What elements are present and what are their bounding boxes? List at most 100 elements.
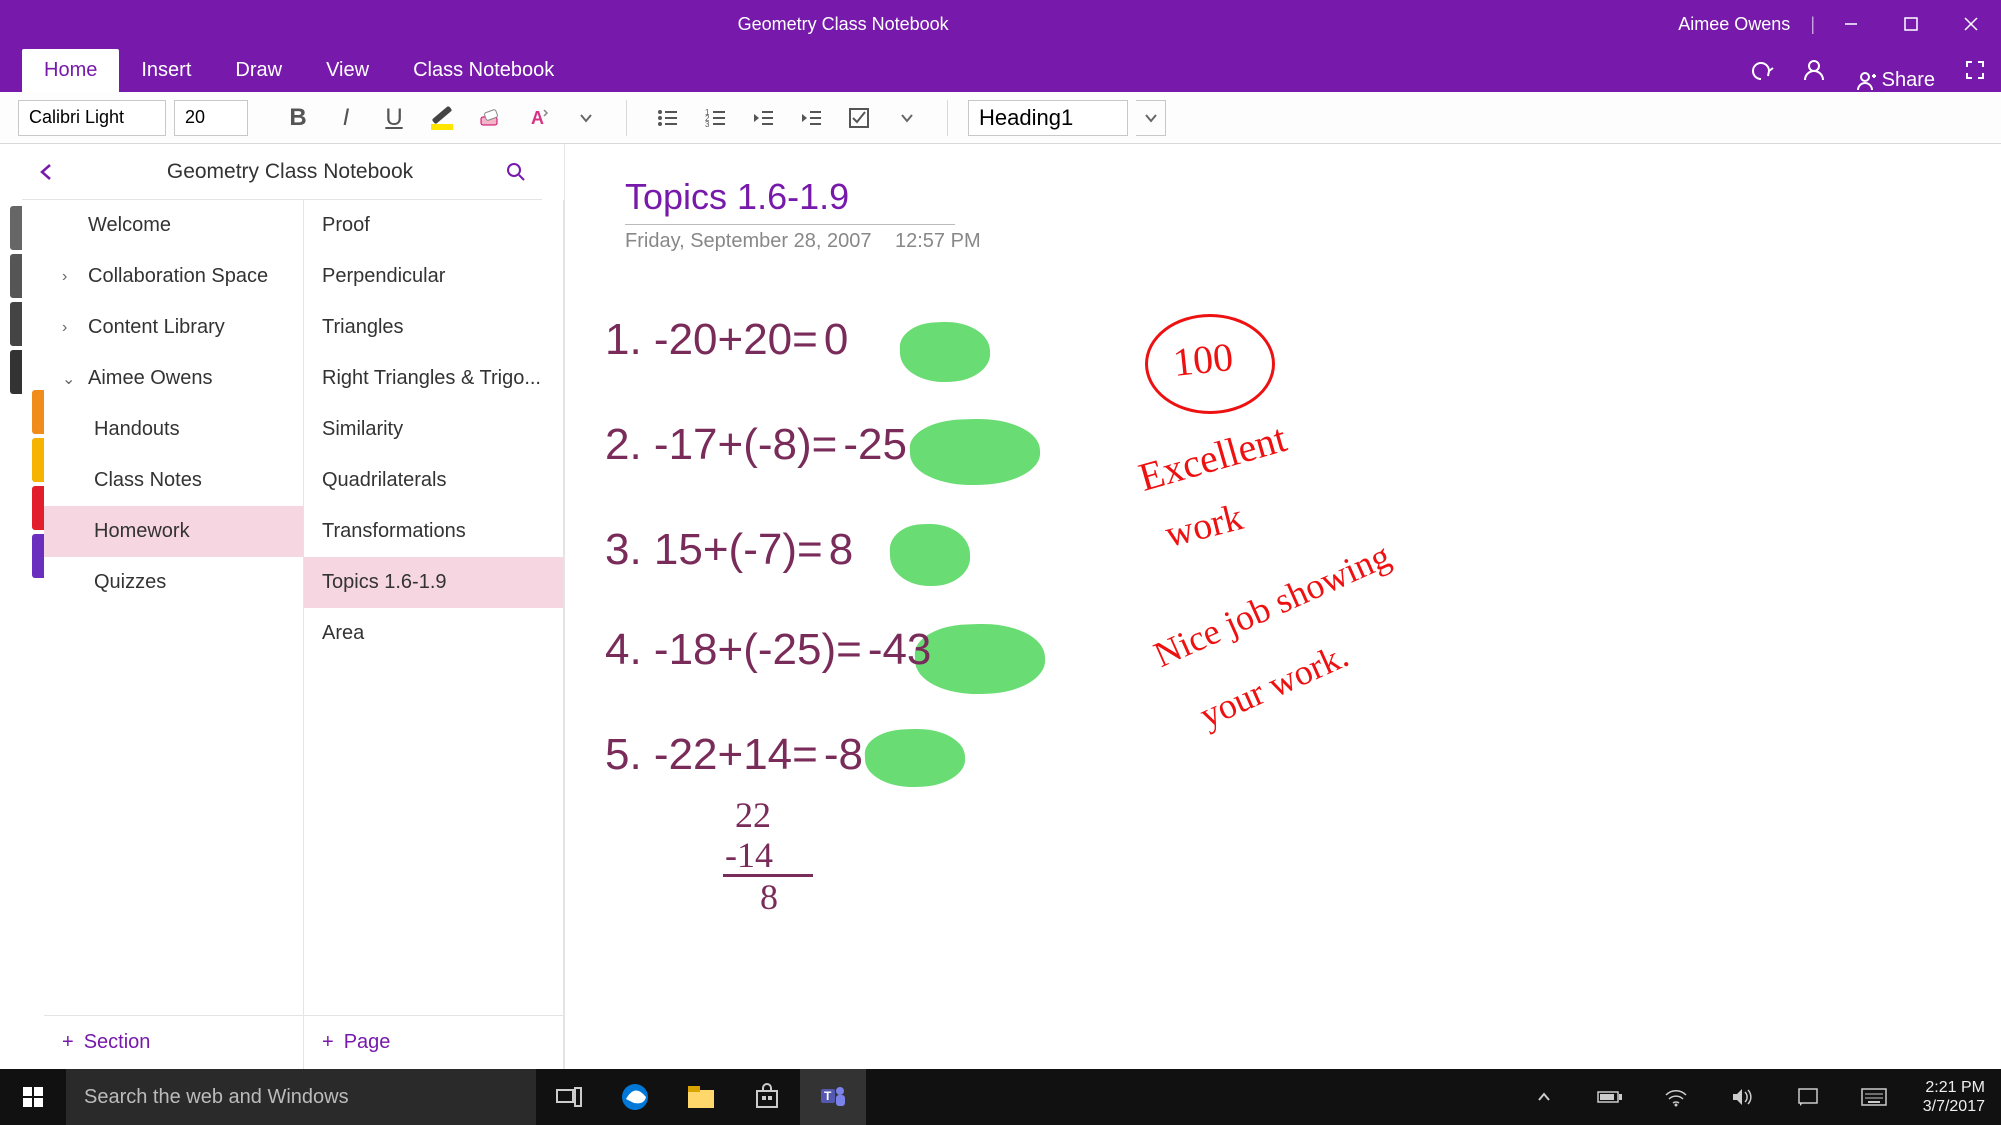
section-color-tab[interactable] xyxy=(32,390,44,434)
sidebar-page-item[interactable]: Similarity xyxy=(304,404,563,455)
note-canvas[interactable]: Topics 1.6-1.9 Friday, September 28, 200… xyxy=(565,144,2001,1069)
bullet-list-button[interactable] xyxy=(647,98,687,138)
tray-wifi[interactable] xyxy=(1643,1069,1709,1125)
user-name[interactable]: Aimee Owens xyxy=(1664,14,1804,35)
highlight-button[interactable] xyxy=(422,98,462,138)
homework-problem: 4. -18+(-25)=-43 xyxy=(605,624,931,675)
outdent-button[interactable] xyxy=(743,98,783,138)
add-page-button[interactable]: + Page xyxy=(304,1015,563,1069)
fullscreen-button[interactable] xyxy=(1949,48,2001,92)
tray-keyboard[interactable] xyxy=(1841,1069,1907,1125)
bullet-list-icon xyxy=(655,106,679,130)
indent-button[interactable] xyxy=(791,98,831,138)
share-button[interactable]: Share xyxy=(1840,69,1949,92)
style-select[interactable] xyxy=(968,100,1128,136)
highlighter-icon xyxy=(428,104,456,132)
section-color-tab[interactable] xyxy=(32,534,44,578)
taskbar-search[interactable]: Search the web and Windows xyxy=(66,1069,536,1125)
homework-problem: 1. -20+20=0 xyxy=(605,314,848,365)
nav-search-button[interactable] xyxy=(506,162,526,182)
more-formatting-button[interactable] xyxy=(566,98,606,138)
sidebar-section-item[interactable]: Quizzes xyxy=(44,557,303,608)
maximize-button[interactable] xyxy=(1881,0,1941,48)
wifi-icon xyxy=(1664,1087,1688,1107)
close-button[interactable] xyxy=(1941,0,2001,48)
font-color-button[interactable]: A xyxy=(518,98,558,138)
start-button[interactable] xyxy=(0,1069,66,1125)
chevron-down-icon: ⌄ xyxy=(62,369,78,389)
problem-expression: -17+(-8)= xyxy=(654,420,837,469)
sidebar-page-item[interactable]: Transformations xyxy=(304,506,563,557)
notebook-color-tab[interactable] xyxy=(10,254,22,298)
minimize-button[interactable] xyxy=(1821,0,1881,48)
numbered-list-button[interactable]: 123 xyxy=(695,98,735,138)
sidebar-page-item[interactable]: Triangles xyxy=(304,302,563,353)
highlight-mark xyxy=(914,622,1046,696)
taskbar-store[interactable] xyxy=(734,1069,800,1125)
nav-back-button[interactable] xyxy=(38,163,74,181)
tab-insert[interactable]: Insert xyxy=(119,49,213,92)
tab-view[interactable]: View xyxy=(304,49,391,92)
sidebar-page-item[interactable]: Right Triangles & Trigo... xyxy=(304,353,563,404)
sidebar-section-item[interactable]: ›Collaboration Space xyxy=(44,251,303,302)
sidebar-page-item[interactable]: Area xyxy=(304,608,563,659)
eraser-button[interactable] xyxy=(470,98,510,138)
tray-volume[interactable] xyxy=(1709,1069,1775,1125)
work-line: 8 xyxy=(760,876,778,918)
problem-answer: 8 xyxy=(829,525,853,574)
italic-button[interactable]: I xyxy=(326,98,366,138)
font-size-input[interactable] xyxy=(174,100,248,136)
tray-battery[interactable] xyxy=(1577,1069,1643,1125)
tab-draw[interactable]: Draw xyxy=(213,49,304,92)
account-icon[interactable] xyxy=(1788,48,1840,92)
sidebar-section-item[interactable]: Class Notes xyxy=(44,455,303,506)
notebook-color-tab[interactable] xyxy=(10,206,22,250)
taskbar-file-explorer[interactable] xyxy=(668,1069,734,1125)
tray-notifications[interactable] xyxy=(1775,1069,1841,1125)
notebook-color-tab[interactable] xyxy=(10,302,22,346)
bold-button[interactable]: B xyxy=(278,98,318,138)
sidebar-section-item[interactable]: Homework xyxy=(44,506,303,557)
undo-button[interactable] xyxy=(1736,48,1788,92)
taskbar-teams[interactable]: T xyxy=(800,1069,866,1125)
todo-tag-button[interactable] xyxy=(839,98,879,138)
store-icon xyxy=(753,1083,781,1111)
sidebar-page-item[interactable]: Quadrilaterals xyxy=(304,455,563,506)
problem-answer: -8 xyxy=(824,730,863,779)
section-label: Welcome xyxy=(88,214,171,237)
window-title: Geometry Class Notebook xyxy=(22,14,1664,35)
add-section-button[interactable]: + Section xyxy=(44,1015,303,1069)
section-label: Collaboration Space xyxy=(88,265,268,288)
underline-button[interactable]: U xyxy=(374,98,414,138)
chevron-down-icon xyxy=(899,110,915,126)
task-view-button[interactable] xyxy=(536,1069,602,1125)
tray-overflow[interactable] xyxy=(1511,1069,1577,1125)
section-label: Aimee Owens xyxy=(88,367,213,390)
style-dropdown-button[interactable] xyxy=(1136,100,1166,136)
section-color-tab[interactable] xyxy=(32,438,44,482)
sidebar-section-item[interactable]: ⌄ Aimee Owens xyxy=(44,353,303,404)
sidebar-page-item[interactable]: Proof xyxy=(304,200,563,251)
work-line: -14 xyxy=(725,834,773,876)
tab-home[interactable]: Home xyxy=(22,49,119,92)
notebook-tabs-strip xyxy=(0,144,22,1069)
section-color-tab[interactable] xyxy=(32,486,44,530)
pages-panel: ProofPerpendicularTrianglesRight Triangl… xyxy=(304,200,564,1069)
section-color-strip xyxy=(22,200,44,1069)
sidebar-section-item[interactable]: ›Content Library xyxy=(44,302,303,353)
font-name-input[interactable] xyxy=(18,100,166,136)
sidebar-section-item[interactable]: Welcome xyxy=(44,200,303,251)
sidebar-section-item[interactable]: Handouts xyxy=(44,404,303,455)
taskbar-edge[interactable] xyxy=(602,1069,668,1125)
sidebar-page-item[interactable]: Perpendicular xyxy=(304,251,563,302)
tab-class-notebook[interactable]: Class Notebook xyxy=(391,49,576,92)
notebook-color-tab[interactable] xyxy=(10,350,22,394)
taskbar-clock[interactable]: 2:21 PM 3/7/2017 xyxy=(1907,1078,2001,1116)
tags-dropdown-button[interactable] xyxy=(887,98,927,138)
plus-icon: + xyxy=(62,1031,74,1054)
sidebar-page-item[interactable]: Topics 1.6-1.9 xyxy=(304,557,563,608)
teams-icon: T xyxy=(818,1082,848,1112)
section-label: Class Notes xyxy=(94,469,202,492)
windows-icon xyxy=(22,1086,44,1108)
page-title[interactable]: Topics 1.6-1.9 xyxy=(625,176,955,225)
